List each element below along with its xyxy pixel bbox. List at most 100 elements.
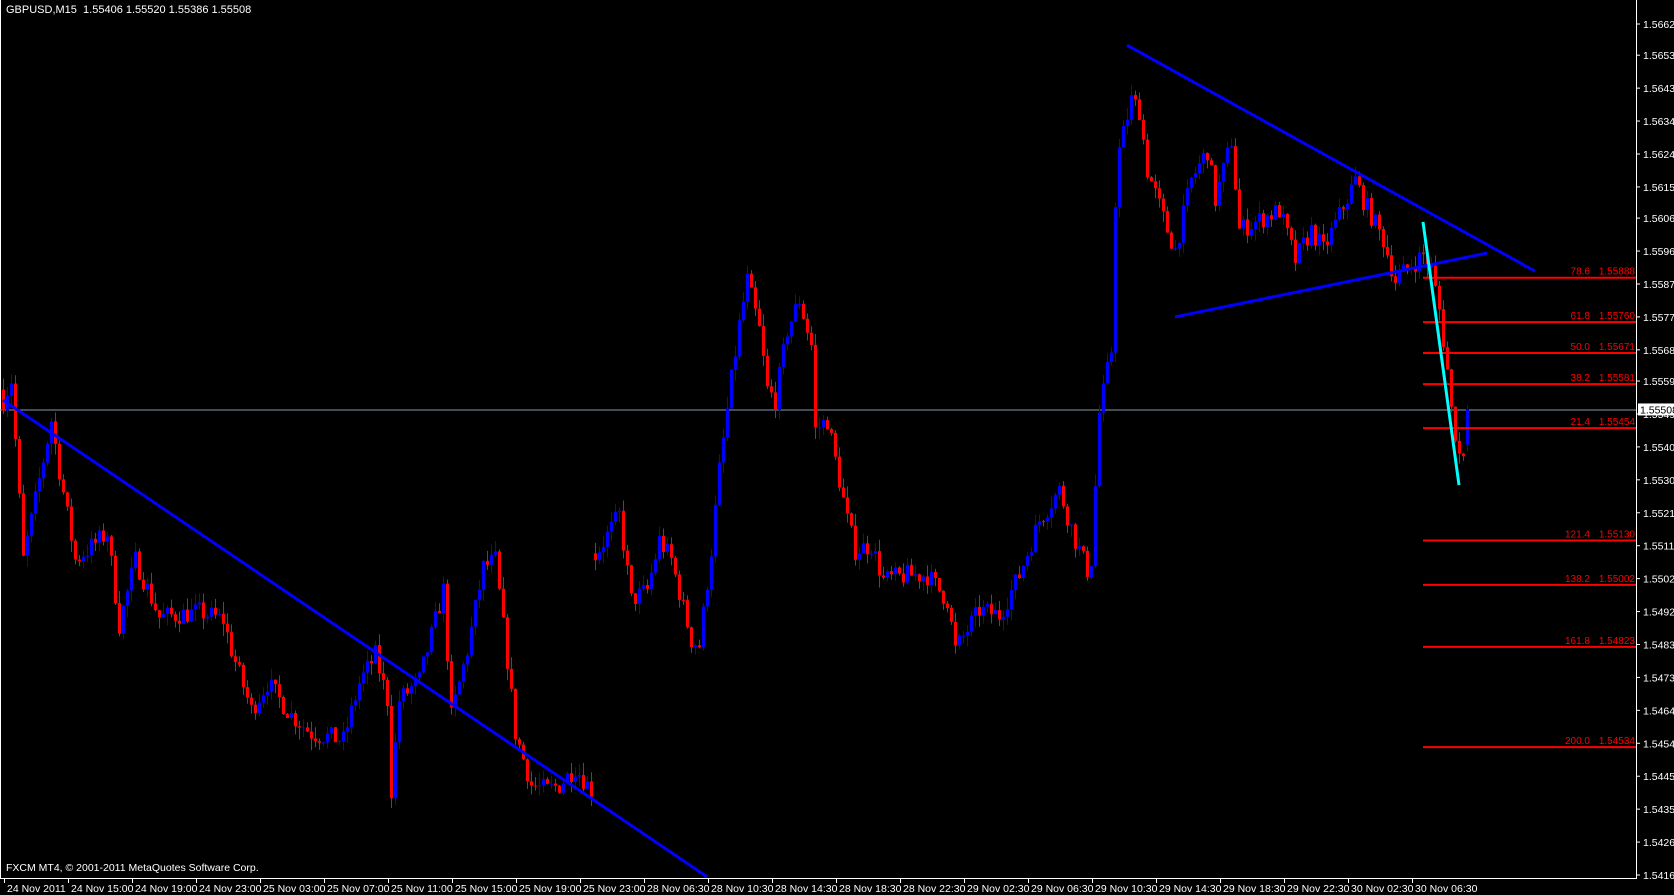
candle-body — [1170, 232, 1173, 249]
candle-body — [1162, 198, 1165, 211]
candle — [382, 661, 385, 690]
candle — [1278, 202, 1281, 218]
candle — [1242, 216, 1245, 236]
candle — [1262, 209, 1265, 234]
candle — [1126, 108, 1129, 135]
candle-body — [1270, 215, 1273, 220]
candle-body — [542, 779, 545, 786]
candle — [254, 701, 257, 720]
candle — [1326, 233, 1329, 254]
candle — [1030, 547, 1033, 561]
candle — [1042, 519, 1045, 527]
candle — [798, 296, 801, 310]
candle-body — [1094, 486, 1097, 567]
candle-body — [690, 627, 693, 648]
candle-body — [110, 536, 113, 556]
candle-body — [170, 607, 173, 615]
candle-body — [814, 344, 817, 428]
candle-body — [10, 383, 13, 397]
candle — [826, 416, 829, 430]
candle-body — [514, 688, 517, 740]
candle — [1218, 174, 1221, 211]
candle — [618, 506, 621, 523]
candle-body — [478, 589, 481, 601]
candle — [602, 536, 605, 563]
candle — [1166, 206, 1169, 233]
time-tick-label: 30 Nov 02:30 — [1351, 883, 1414, 895]
candle-body — [474, 600, 477, 627]
candle — [434, 602, 437, 629]
candle — [70, 498, 73, 552]
candle-body — [406, 688, 409, 694]
candle — [762, 314, 765, 367]
time-tick-label: 25 Nov 11:00 — [391, 883, 453, 895]
candle-body — [366, 660, 369, 673]
candle-body — [282, 696, 285, 715]
candle — [926, 565, 929, 594]
candle-body — [394, 742, 397, 799]
candle-body — [178, 620, 181, 624]
candle — [166, 605, 169, 626]
time-tick-label: 24 Nov 15:00 — [71, 883, 134, 895]
candle — [530, 771, 533, 795]
price-tick-label: 1.54830 — [1643, 639, 1674, 651]
candle-body — [806, 318, 809, 333]
candle — [754, 281, 757, 317]
candle-body — [750, 273, 753, 288]
candle-body — [278, 684, 281, 697]
candle — [1362, 182, 1365, 216]
candle — [1410, 259, 1413, 275]
candle — [702, 603, 705, 651]
candle — [422, 656, 425, 674]
candle — [1250, 221, 1253, 240]
candle-body — [118, 603, 121, 634]
candle — [474, 599, 477, 636]
candle-body — [442, 583, 445, 614]
candle-body — [1438, 285, 1441, 310]
candle-body — [850, 513, 853, 526]
candle-body — [294, 713, 297, 727]
candle-body — [1462, 453, 1465, 457]
candle — [1006, 597, 1009, 625]
candle-body — [126, 590, 129, 607]
candle — [782, 337, 785, 375]
candle — [282, 695, 285, 716]
candle-body — [1058, 485, 1061, 495]
candle — [1014, 573, 1017, 600]
candle — [838, 447, 841, 492]
candle — [1338, 198, 1341, 223]
candle-body — [250, 697, 253, 705]
candle — [258, 693, 261, 717]
candle — [58, 440, 61, 487]
candle — [814, 334, 817, 439]
candle-body — [998, 610, 1001, 620]
candle-body — [214, 607, 217, 615]
candle-body — [506, 617, 509, 669]
candle-body — [150, 583, 153, 604]
candle — [206, 613, 209, 624]
price-tick-label: 1.55020 — [1643, 574, 1674, 586]
price-tick-label: 1.54545 — [1643, 738, 1674, 750]
downtrend-line[interactable] — [2, 398, 708, 878]
candle — [1454, 406, 1457, 444]
candle-body — [894, 567, 897, 575]
candle — [1282, 205, 1285, 225]
candle-body — [138, 551, 141, 580]
candle — [310, 721, 313, 751]
candle-body — [718, 462, 721, 505]
candle — [114, 550, 117, 605]
price-tick-label: 1.54450 — [1643, 771, 1674, 783]
candle-body — [766, 355, 769, 387]
candle-body — [654, 559, 657, 573]
candle — [270, 668, 273, 701]
candle-body — [942, 590, 945, 604]
candle-body — [1190, 177, 1193, 189]
candle-body — [322, 742, 325, 744]
candle-body — [1286, 213, 1289, 229]
price-chart[interactable]: 78.6 1.55888 61.8 1.55760 50.0 1.55671 38.2 1.5… — [0, 0, 1674, 895]
candle-body — [854, 525, 857, 560]
candle — [1114, 202, 1117, 363]
candle — [1234, 138, 1237, 191]
candle-body — [502, 588, 505, 618]
candle — [726, 396, 729, 442]
